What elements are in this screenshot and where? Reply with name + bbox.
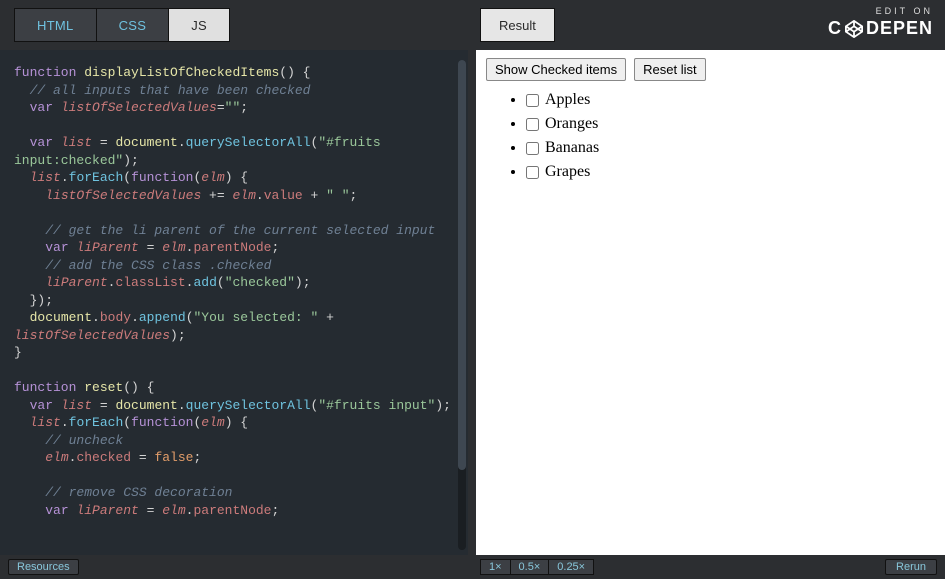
rerun-button[interactable]: Rerun [885, 559, 937, 575]
list-item: Oranges [526, 115, 935, 133]
codepen-depen: DEPEN [866, 18, 933, 39]
edit-on-label: EDIT ON [828, 6, 933, 16]
fruit-label: Apples [545, 91, 590, 108]
resources-button[interactable]: Resources [8, 559, 79, 575]
show-checked-button[interactable]: Show Checked items [486, 58, 626, 81]
codepen-logo: C DEPEN [828, 18, 933, 39]
fruit-label: Bananas [545, 139, 599, 156]
tab-result[interactable]: Result [480, 8, 555, 42]
list-item: Apples [526, 91, 935, 109]
editor-scrollbar[interactable] [458, 60, 466, 550]
fruits-list: Apples Oranges Bananas Grapes [486, 91, 935, 181]
zoom-group: 1× 0.5× 0.25× [480, 559, 594, 575]
main-area: function displayListOfCheckedItems() { /… [0, 50, 945, 555]
fruit-checkbox[interactable] [526, 142, 539, 155]
fruit-checkbox[interactable] [526, 94, 539, 107]
codepen-icon [845, 20, 863, 38]
topbar: HTML CSS JS Result EDIT ON C DEPEN [0, 0, 945, 50]
codepen-c: C [828, 18, 842, 39]
editor-tabs: HTML CSS JS [14, 8, 230, 42]
reset-list-button[interactable]: Reset list [634, 58, 705, 81]
tab-css[interactable]: CSS [96, 8, 169, 42]
bottombar: Resources 1× 0.5× 0.25× Rerun [0, 555, 945, 579]
zoom-025x-button[interactable]: 0.25× [549, 559, 594, 575]
fruit-checkbox[interactable] [526, 118, 539, 131]
fruit-label: Oranges [545, 115, 598, 132]
tab-js[interactable]: JS [168, 8, 230, 42]
list-item: Grapes [526, 163, 935, 181]
codepen-branding[interactable]: EDIT ON C DEPEN [828, 6, 933, 39]
zoom-05x-button[interactable]: 0.5× [511, 559, 550, 575]
editor-scrollbar-thumb[interactable] [458, 60, 466, 470]
js-code-editor[interactable]: function displayListOfCheckedItems() { /… [0, 50, 468, 555]
fruit-label: Grapes [545, 163, 590, 180]
list-item: Bananas [526, 139, 935, 157]
tab-html[interactable]: HTML [14, 8, 96, 42]
pane-divider[interactable] [468, 50, 476, 555]
fruit-checkbox[interactable] [526, 166, 539, 179]
result-pane: Show Checked items Reset list Apples Oran… [476, 50, 945, 555]
code-content[interactable]: function displayListOfCheckedItems() { /… [4, 64, 464, 519]
zoom-1x-button[interactable]: 1× [480, 559, 511, 575]
